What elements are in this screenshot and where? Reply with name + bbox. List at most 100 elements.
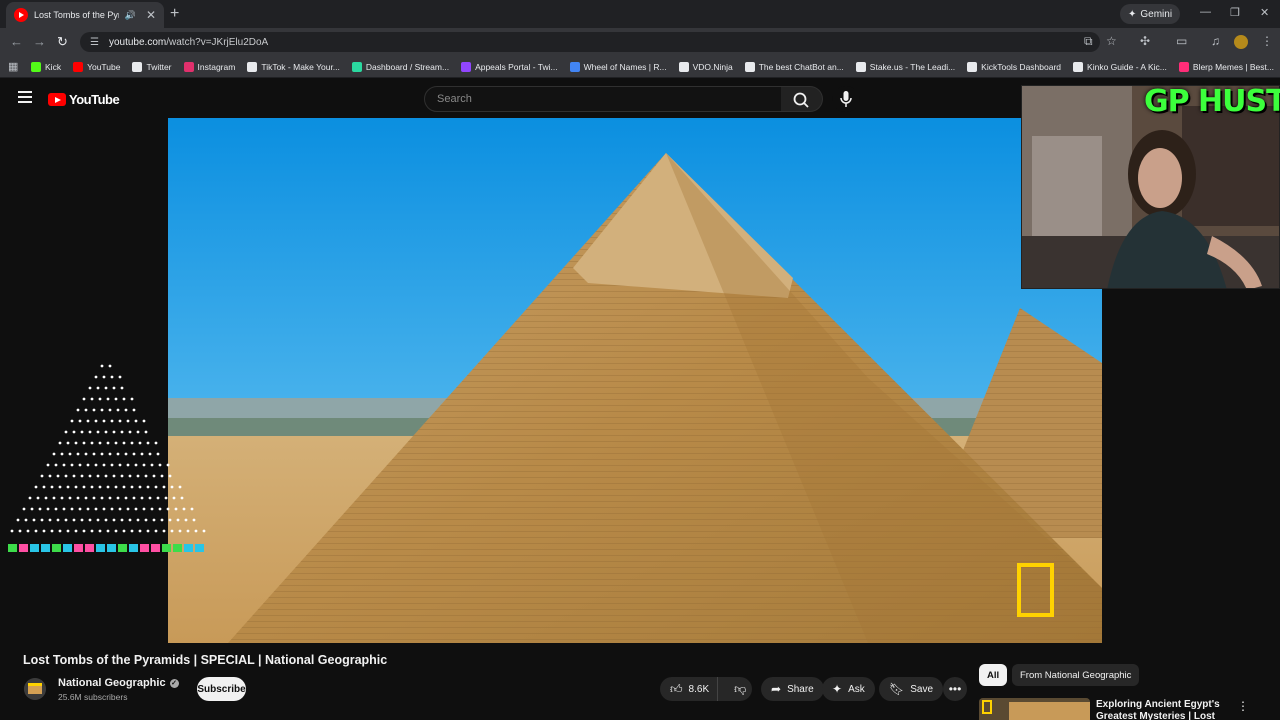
bookmark-item[interactable]: Kinko Guide - A Kic... — [1067, 61, 1173, 72]
more-actions-button[interactable]: ••• — [943, 677, 967, 701]
bookmark-favicon-icon — [351, 61, 362, 72]
bookmark-save-icon: 🔖︎ — [889, 682, 905, 696]
bookmark-item[interactable]: Dashboard / Stream... — [346, 61, 455, 72]
microphone-icon — [840, 91, 852, 107]
bookmark-item[interactable]: The best ChatBot an... — [739, 61, 850, 72]
sparkle-ask-icon: ✦ — [832, 682, 843, 696]
bookmark-label: Wheel of Names | R... — [583, 61, 667, 72]
like-button[interactable]: 👍︎ 8.6K — [660, 677, 719, 701]
new-tab-icon[interactable]: + — [170, 5, 179, 23]
bookmark-label: The best ChatBot an... — [758, 61, 844, 72]
bookmark-item[interactable]: Instagram — [178, 61, 242, 72]
bookmark-item[interactable]: TikTok - Make Your... — [241, 61, 346, 72]
share-icon: ➦ — [771, 682, 782, 696]
ask-button[interactable]: ✦ Ask — [822, 677, 875, 701]
bookmark-favicon-icon — [31, 61, 42, 72]
chip-all[interactable]: All — [979, 664, 1008, 686]
youtube-logo[interactable]: YouTube — [48, 92, 120, 107]
address-bar[interactable]: ☰ youtube.com/watch?v=JKrjElu2DoA — [80, 32, 1100, 52]
channel-avatar-image — [24, 678, 46, 700]
overlay-title: GP HUSTLA — [1144, 84, 1280, 119]
forward-icon[interactable]: → — [33, 34, 46, 49]
dislike-button[interactable]: 👎︎ — [724, 677, 756, 701]
recommended-more-icon[interactable]: ⋮ — [1237, 699, 1249, 713]
cast-icon[interactable]: ▭ — [1176, 34, 1187, 48]
overlay-dot-pattern — [10, 364, 206, 533]
browser-menu-icon[interactable]: ⋮ — [1261, 34, 1273, 48]
gemini-label: Gemini — [1140, 8, 1173, 20]
channel-name[interactable]: National Geographic ✓ — [58, 677, 179, 689]
minimize-icon[interactable]: — — [1200, 6, 1211, 18]
bookmark-item[interactable]: YouTube — [67, 61, 126, 72]
extensions-icon[interactable]: ✣ — [1140, 34, 1150, 48]
address-toolbar: ← → ↻ ☰ youtube.com/watch?v=JKrjElu2DoA … — [0, 28, 1280, 56]
media-control-icon[interactable]: ♫ — [1211, 34, 1220, 48]
browser-tab-active[interactable]: Lost Tombs of the Pyramids 🔊 ✕ — [6, 2, 164, 28]
bookmark-label: Twitter — [146, 61, 172, 72]
channel-avatar[interactable] — [24, 678, 46, 700]
reload-icon[interactable]: ↻ — [57, 34, 68, 50]
bookmark-label: Appeals Portal - Twi... — [475, 61, 558, 72]
bookmark-item[interactable]: VDO.Ninja — [673, 61, 739, 72]
share-button[interactable]: ➦ Share — [761, 677, 824, 701]
more-horizontal-icon: ••• — [948, 682, 962, 696]
search-input[interactable]: Search — [424, 86, 782, 112]
menu-hamburger-icon[interactable] — [18, 91, 32, 103]
bookmark-item[interactable]: Appeals Portal - Twi... — [455, 61, 564, 72]
install-app-icon[interactable]: ⧉ — [1084, 34, 1093, 49]
bookmark-favicon-icon — [247, 61, 258, 72]
video-frame-pyramids — [168, 118, 1102, 643]
bookmark-item[interactable]: Twitter — [126, 61, 177, 72]
bookmark-item[interactable]: Stake.us - The Leadi... — [850, 61, 961, 72]
url-text: youtube.com/watch?v=JKrjElu2DoA — [108, 36, 269, 48]
gemini-button[interactable]: ✦ Gemini — [1120, 4, 1181, 24]
video-title: Lost Tombs of the Pyramids | SPECIAL | N… — [23, 653, 388, 667]
speaker-icon[interactable]: 🔊 — [125, 10, 136, 21]
voice-search-button[interactable] — [832, 86, 860, 112]
search-button[interactable] — [781, 86, 823, 112]
bookmark-label: Kinko Guide - A Kic... — [1087, 61, 1167, 72]
bookmark-favicon-icon — [569, 61, 580, 72]
recommended-title[interactable]: Exploring Ancient Egypt's Greatest Myste… — [1096, 699, 1226, 720]
bookmark-favicon-icon — [132, 61, 143, 72]
thumbs-down-icon: 👎︎ — [734, 682, 747, 696]
subscribe-button[interactable]: Subscribe — [197, 677, 246, 701]
bookmark-favicon-icon — [744, 61, 755, 72]
bookmark-favicon-icon — [183, 61, 194, 72]
close-window-icon[interactable]: ✕ — [1260, 6, 1269, 19]
bookmark-label: Blerp Memes | Best... — [1192, 61, 1274, 72]
bookmark-label: Stake.us - The Leadi... — [869, 61, 956, 72]
save-button[interactable]: 🔖︎ Save — [879, 677, 944, 701]
thumbs-up-icon: 👍︎ — [670, 682, 683, 696]
video-player[interactable] — [168, 118, 1102, 643]
bookmark-favicon-icon — [967, 61, 978, 72]
sparkle-icon: ✦ — [1128, 8, 1137, 20]
bookmark-label: YouTube — [87, 61, 121, 72]
browser-tab-strip: Lost Tombs of the Pyramids 🔊 ✕ + ✦ Gemin… — [0, 0, 1280, 28]
site-info-icon[interactable]: ☰ — [90, 37, 99, 48]
bookmark-favicon-icon — [678, 61, 689, 72]
bookmark-item[interactable]: Blerp Memes | Best... — [1173, 61, 1280, 72]
close-tab-icon[interactable]: ✕ — [146, 8, 156, 22]
bookmark-label: VDO.Ninja — [692, 61, 733, 72]
bookmark-label: Dashboard / Stream... — [365, 61, 450, 72]
bookmark-item[interactable]: Kick — [25, 61, 67, 72]
restore-icon[interactable]: ❐ — [1230, 6, 1240, 19]
bookmark-label: Kick — [45, 61, 62, 72]
youtube-favicon-icon — [14, 8, 28, 22]
chip-from-channel[interactable]: From National Geographic — [1012, 664, 1140, 686]
search-icon — [793, 92, 809, 108]
bookmark-item[interactable]: KickTools Dashboard — [961, 61, 1067, 72]
bookmark-label: KickTools Dashboard — [981, 61, 1062, 72]
like-dislike-group: 👍︎ 8.6K 👎︎ — [660, 677, 752, 701]
profile-avatar[interactable] — [1234, 35, 1248, 49]
bookmark-favicon-icon — [855, 61, 866, 72]
bookmark-label: Instagram — [197, 61, 236, 72]
bookmark-item[interactable]: Wheel of Names | R... — [564, 61, 673, 72]
bookmark-star-icon[interactable]: ☆ — [1106, 34, 1117, 48]
share-label: Share — [787, 683, 814, 695]
recommended-thumbnail[interactable] — [979, 698, 1090, 720]
apps-grid-icon[interactable]: ▦ — [8, 60, 25, 73]
back-icon[interactable]: ← — [10, 34, 23, 49]
verified-icon: ✓ — [169, 678, 179, 688]
